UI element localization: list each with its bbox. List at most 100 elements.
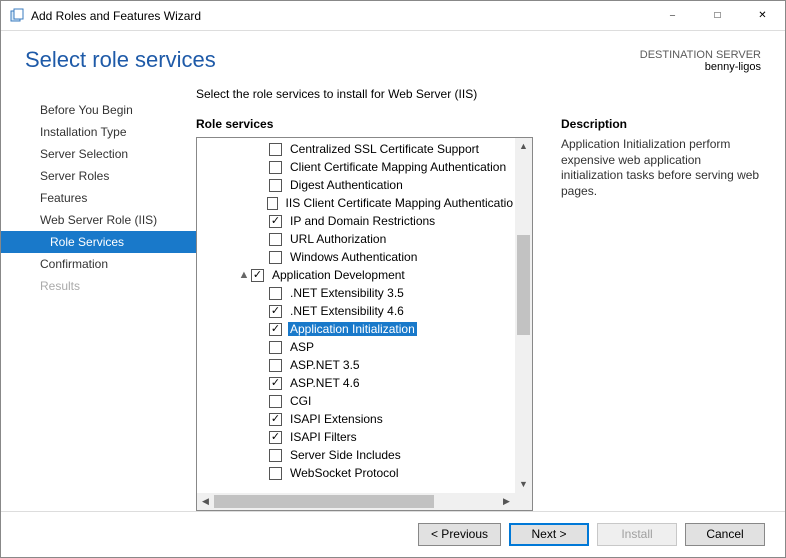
checkbox[interactable] xyxy=(269,323,282,336)
checkbox[interactable] xyxy=(269,377,282,390)
checkbox[interactable] xyxy=(269,287,282,300)
tree-item[interactable]: Client Certificate Mapping Authenticatio… xyxy=(197,158,515,176)
tree-item-label: Application Initialization xyxy=(288,322,417,336)
tree-item-label: Digest Authentication xyxy=(288,178,405,192)
checkbox[interactable] xyxy=(269,359,282,372)
checkbox[interactable] xyxy=(267,197,278,210)
columns: Role services Centralized SSL Certificat… xyxy=(196,117,761,511)
tree-item-label: Server Side Includes xyxy=(288,448,403,462)
app-icon xyxy=(9,8,25,24)
checkbox[interactable] xyxy=(269,251,282,264)
collapse-icon[interactable]: ▲ xyxy=(237,269,251,281)
cancel-button[interactable]: Cancel xyxy=(685,523,765,546)
install-button: Install xyxy=(597,523,677,546)
close-button[interactable]: ✕ xyxy=(740,1,785,30)
tree-item-label: IP and Domain Restrictions xyxy=(288,214,437,228)
sidebar-item-server-roles[interactable]: Server Roles xyxy=(1,165,196,187)
scroll-up-arrow-icon[interactable]: ▲ xyxy=(515,138,532,155)
tree-item-label: Centralized SSL Certificate Support xyxy=(288,142,481,156)
tree-item[interactable]: .NET Extensibility 3.5 xyxy=(197,284,515,302)
footer: < Previous Next > Install Cancel xyxy=(1,511,785,557)
tree-item-label: .NET Extensibility 3.5 xyxy=(288,286,406,300)
tree-item-label: WebSocket Protocol xyxy=(288,466,401,480)
checkbox[interactable] xyxy=(269,431,282,444)
tree-item-label: ISAPI Filters xyxy=(288,430,359,444)
sidebar-item-label: Web Server Role (IIS) xyxy=(40,213,157,227)
tree-item-label: ASP.NET 4.6 xyxy=(288,376,362,390)
tree-viewport: Centralized SSL Certificate Support Clien… xyxy=(197,138,515,493)
checkbox[interactable] xyxy=(269,449,282,462)
sidebar-item-confirmation[interactable]: Confirmation xyxy=(1,253,196,275)
tree-item[interactable]: .NET Extensibility 4.6 xyxy=(197,302,515,320)
minimize-button[interactable]: – xyxy=(650,1,695,30)
sidebar-item-role-services[interactable]: Role Services xyxy=(1,231,196,253)
checkbox[interactable] xyxy=(269,341,282,354)
description-column: Description Application Initialization p… xyxy=(561,117,761,511)
tree-item-label: ASP.NET 3.5 xyxy=(288,358,362,372)
role-services-label: Role services xyxy=(196,117,533,131)
tree-item[interactable]: Windows Authentication xyxy=(197,248,515,266)
sidebar-item-before-you-begin[interactable]: Before You Begin xyxy=(1,99,196,121)
tree-item[interactable]: ASP xyxy=(197,338,515,356)
sidebar-item-label: Server Selection xyxy=(40,147,128,161)
tree-item[interactable]: Application Initialization xyxy=(197,320,515,338)
sidebar-item-web-server-role-iis-[interactable]: Web Server Role (IIS) xyxy=(1,209,196,231)
sidebar-item-label: Role Services xyxy=(50,235,124,249)
checkbox[interactable] xyxy=(269,179,282,192)
tree-item-label: IIS Client Certificate Mapping Authentic… xyxy=(284,196,515,210)
checkbox[interactable] xyxy=(269,413,282,426)
tree-item[interactable]: ▲ Application Development xyxy=(197,266,515,284)
checkbox[interactable] xyxy=(269,395,282,408)
scroll-down-arrow-icon[interactable]: ▼ xyxy=(515,476,532,493)
description-label: Description xyxy=(561,117,761,131)
tree-item[interactable]: ASP.NET 3.5 xyxy=(197,356,515,374)
tree-item-label: .NET Extensibility 4.6 xyxy=(288,304,406,318)
horizontal-scrollbar[interactable]: ◀ ▶ xyxy=(197,493,515,510)
vertical-scrollbar[interactable]: ▲ ▼ xyxy=(515,138,532,493)
tree-item-label: URL Authorization xyxy=(288,232,388,246)
body: Before You Begin Installation Type Server … xyxy=(1,81,785,511)
scroll-right-arrow-icon[interactable]: ▶ xyxy=(498,493,515,510)
tree-item[interactable]: WebSocket Protocol xyxy=(197,464,515,482)
tree-item[interactable]: ASP.NET 4.6 xyxy=(197,374,515,392)
tree-item[interactable]: CGI xyxy=(197,392,515,410)
tree-item[interactable]: ISAPI Filters xyxy=(197,428,515,446)
tree-item[interactable]: Server Side Includes xyxy=(197,446,515,464)
tree-item-label: ISAPI Extensions xyxy=(288,412,385,426)
hscroll-track[interactable] xyxy=(214,493,498,510)
vscroll-track[interactable] xyxy=(515,155,532,476)
checkbox[interactable] xyxy=(269,467,282,480)
checkbox[interactable] xyxy=(251,269,264,282)
sidebar-item-server-selection[interactable]: Server Selection xyxy=(1,143,196,165)
role-services-column: Role services Centralized SSL Certificat… xyxy=(196,117,533,511)
destination-block: DESTINATION SERVER benny-ligos xyxy=(640,47,761,73)
tree-item[interactable]: URL Authorization xyxy=(197,230,515,248)
tree-item[interactable]: IIS Client Certificate Mapping Authentic… xyxy=(197,194,515,212)
checkbox[interactable] xyxy=(269,215,282,228)
role-services-tree[interactable]: Centralized SSL Certificate Support Clien… xyxy=(196,137,533,511)
sidebar-item-features[interactable]: Features xyxy=(1,187,196,209)
sidebar-item-label: Server Roles xyxy=(40,169,109,183)
checkbox[interactable] xyxy=(269,143,282,156)
tree-item[interactable]: Digest Authentication xyxy=(197,176,515,194)
tree-item[interactable]: Centralized SSL Certificate Support xyxy=(197,140,515,158)
window-title: Add Roles and Features Wizard xyxy=(31,9,201,23)
previous-button[interactable]: < Previous xyxy=(418,523,501,546)
tree-item-label: CGI xyxy=(288,394,313,408)
sidebar-item-label: Installation Type xyxy=(40,125,127,139)
scrollbar-corner xyxy=(515,493,532,510)
sidebar-item-label: Features xyxy=(40,191,87,205)
vscroll-thumb[interactable] xyxy=(517,235,530,335)
tree-item[interactable]: ISAPI Extensions xyxy=(197,410,515,428)
tree-item-label: Application Development xyxy=(270,268,407,282)
checkbox[interactable] xyxy=(269,161,282,174)
scroll-left-arrow-icon[interactable]: ◀ xyxy=(197,493,214,510)
sidebar-item-installation-type[interactable]: Installation Type xyxy=(1,121,196,143)
checkbox[interactable] xyxy=(269,305,282,318)
maximize-button[interactable]: □ xyxy=(695,1,740,30)
checkbox[interactable] xyxy=(269,233,282,246)
hscroll-thumb[interactable] xyxy=(214,495,434,508)
tree-item[interactable]: IP and Domain Restrictions xyxy=(197,212,515,230)
next-button[interactable]: Next > xyxy=(509,523,589,546)
sidebar-item-results: Results xyxy=(1,275,196,297)
